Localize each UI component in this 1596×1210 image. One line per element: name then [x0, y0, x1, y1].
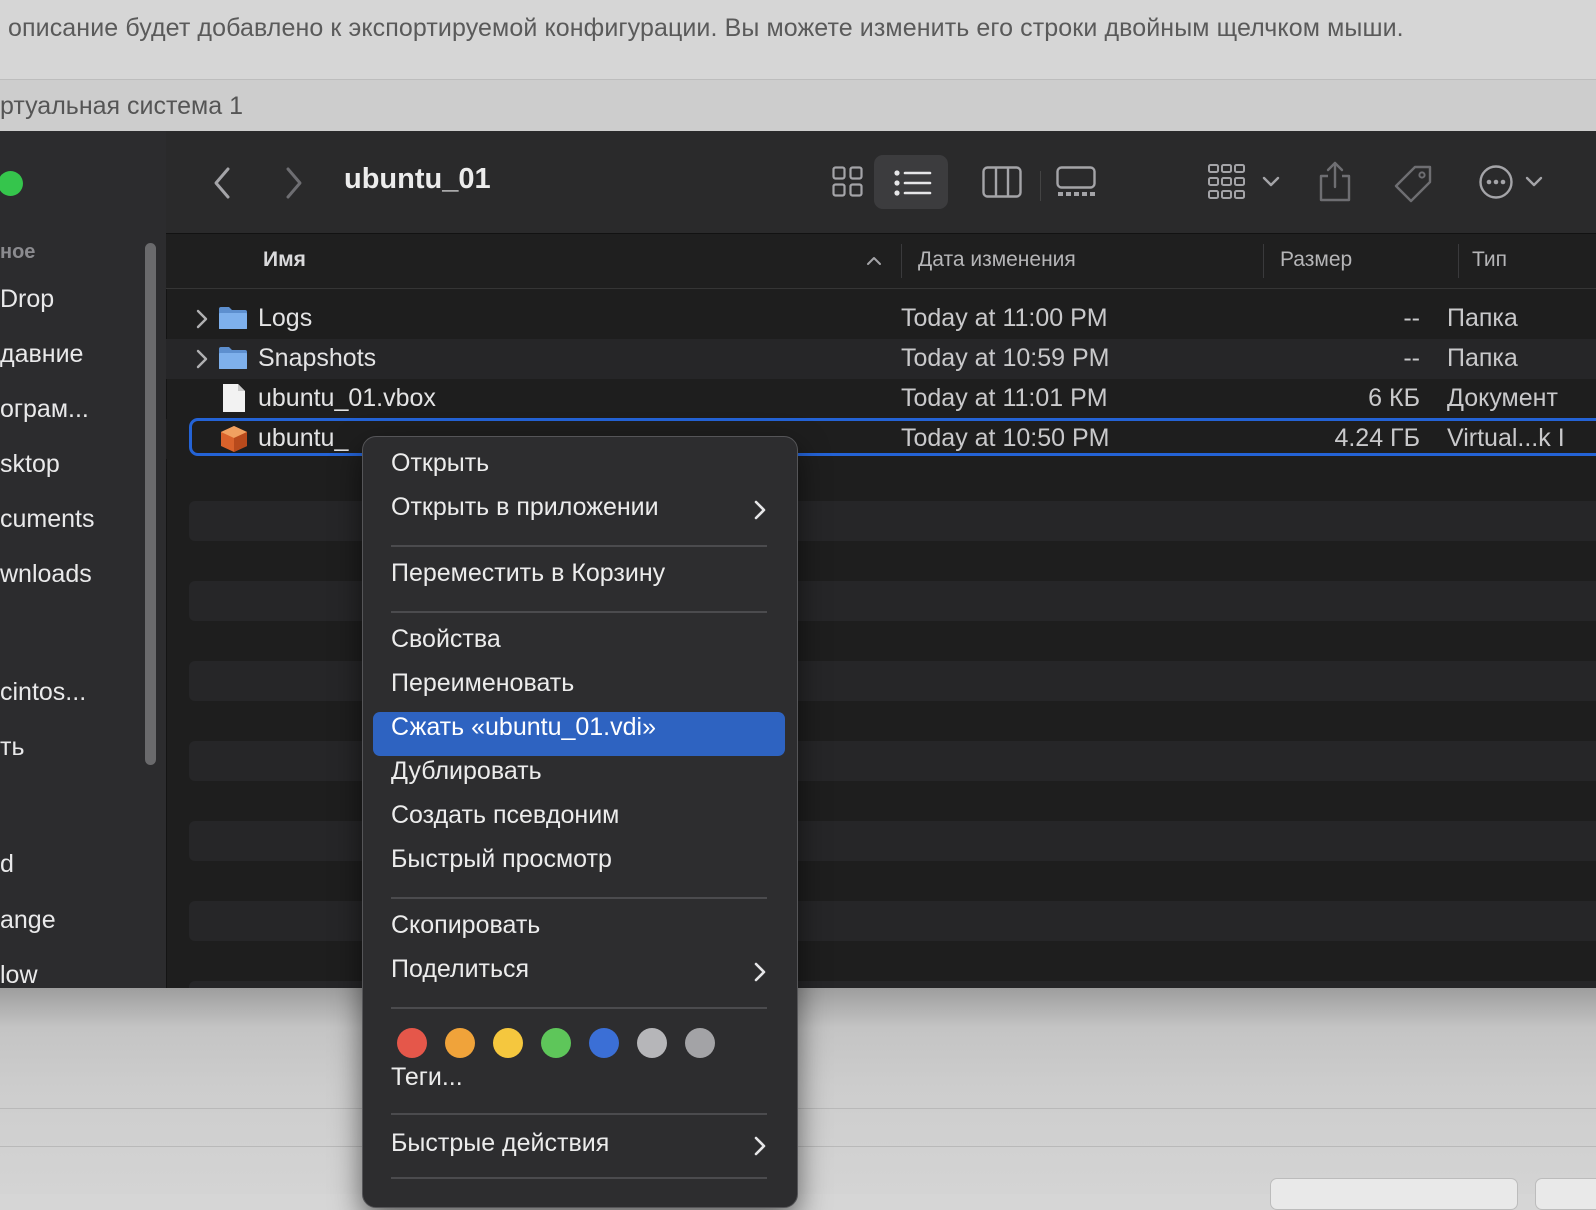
- sidebar-item-desktop[interactable]: sktop: [0, 450, 60, 479]
- file-kind: Документ: [1447, 384, 1558, 412]
- file-date: Today at 10:59 PM: [901, 344, 1110, 372]
- file-kind: Папка: [1447, 344, 1518, 372]
- chevron-right-icon: [754, 500, 766, 520]
- window-title: ubuntu_01: [344, 163, 491, 195]
- sidebar-item-macintosh-hd[interactable]: cintos...: [0, 678, 86, 707]
- disclosure-triangle-icon[interactable]: [196, 309, 208, 329]
- gallery-view-icon[interactable]: [1056, 166, 1096, 198]
- column-header: Имя Дата изменения Размер Тип: [166, 234, 1596, 289]
- more-icon[interactable]: [1478, 164, 1514, 200]
- dialog-button[interactable]: [1270, 1178, 1518, 1210]
- group-icon[interactable]: [1208, 164, 1246, 200]
- list-view-icon[interactable]: [894, 169, 932, 197]
- file-size: --: [1403, 344, 1420, 372]
- file-date: Today at 11:00 PM: [901, 304, 1108, 332]
- menu-item-rename[interactable]: Переименовать: [391, 669, 574, 698]
- tag-color-blue[interactable]: [589, 1028, 619, 1058]
- toolbar-divider: [1040, 171, 1041, 201]
- sidebar-item-network[interactable]: ть: [0, 733, 24, 762]
- sidebar-scrollbar[interactable]: [145, 243, 156, 765]
- disclosure-triangle-icon[interactable]: [196, 349, 208, 369]
- dialog-button[interactable]: [1535, 1178, 1596, 1210]
- menu-item-tags[interactable]: Теги...: [391, 1063, 463, 1092]
- sidebar-item-tag-yellow[interactable]: low: [0, 961, 38, 988]
- file-date: Today at 11:01 PM: [901, 384, 1108, 412]
- menu-separator: [391, 1113, 767, 1115]
- vm-label: ртуальная система 1: [0, 92, 243, 120]
- back-icon[interactable]: [210, 165, 234, 201]
- sidebar-section-header: ное: [0, 241, 36, 263]
- context-menu: Открыть Открыть в приложении Переместить…: [362, 436, 798, 1208]
- chevron-right-icon: [754, 1136, 766, 1156]
- menu-item-copy[interactable]: Скопировать: [391, 911, 540, 940]
- forward-icon[interactable]: [282, 165, 306, 201]
- tag-color-gray[interactable]: [637, 1028, 667, 1058]
- menu-separator: [391, 897, 767, 899]
- menu-item-get-info[interactable]: Свойства: [391, 625, 501, 654]
- sidebar-item-downloads[interactable]: wnloads: [0, 560, 92, 589]
- menu-item-quick-actions[interactable]: Быстрые действия: [391, 1129, 609, 1158]
- divider: [0, 1108, 1596, 1109]
- column-divider[interactable]: [901, 244, 902, 278]
- dialog-footer: [0, 988, 1596, 1194]
- menu-item-duplicate[interactable]: Дублировать: [391, 757, 542, 786]
- sidebar-item-recents[interactable]: давние: [0, 340, 83, 369]
- menu-item-open[interactable]: Открыть: [391, 449, 489, 478]
- column-size[interactable]: Размер: [1280, 248, 1352, 272]
- sidebar-item-tag-orange[interactable]: ange: [0, 906, 56, 935]
- table-row[interactable]: Logs Today at 11:00 PM -- Папка: [166, 299, 1596, 339]
- sidebar-item-airdrop[interactable]: Drop: [0, 285, 54, 314]
- share-icon[interactable]: [1318, 160, 1352, 202]
- sort-ascending-icon: [867, 257, 881, 265]
- finder-window: ное Drop давние ограм... sktop cuments w…: [0, 131, 1596, 988]
- column-kind[interactable]: Тип: [1472, 248, 1507, 272]
- chevron-down-icon[interactable]: [1525, 176, 1543, 188]
- sidebar-item-applications[interactable]: ограм...: [0, 395, 89, 424]
- export-description-text: описание будет добавлено к экспортируемо…: [8, 14, 1404, 42]
- menu-item-quick-look[interactable]: Быстрый просмотр: [391, 845, 612, 874]
- column-date-modified[interactable]: Дата изменения: [918, 248, 1076, 272]
- tag-color-yellow[interactable]: [493, 1028, 523, 1058]
- column-view-icon[interactable]: [982, 166, 1022, 198]
- file-size: --: [1403, 304, 1420, 332]
- menu-separator: [391, 611, 767, 613]
- menu-item-open-with[interactable]: Открыть в приложении: [391, 493, 659, 522]
- column-divider[interactable]: [1263, 244, 1264, 278]
- tag-color-green[interactable]: [541, 1028, 571, 1058]
- sidebar: ное Drop давние ограм... sktop cuments w…: [0, 131, 167, 988]
- menu-separator: [391, 1007, 767, 1009]
- menu-separator: [391, 1177, 767, 1179]
- tag-icon[interactable]: [1393, 164, 1433, 204]
- tag-color-orange[interactable]: [445, 1028, 475, 1058]
- divider: [0, 1146, 1596, 1147]
- menu-separator: [391, 545, 767, 547]
- file-name: Logs: [258, 304, 313, 332]
- folder-icon: [219, 347, 247, 369]
- menu-item-make-alias[interactable]: Создать псевдоним: [391, 801, 619, 830]
- file-name: Snapshots: [258, 344, 377, 372]
- tag-color-red[interactable]: [397, 1028, 427, 1058]
- column-name[interactable]: Имя: [263, 248, 306, 272]
- menu-item-move-to-trash[interactable]: Переместить в Корзину: [391, 559, 665, 588]
- folder-icon: [219, 307, 247, 329]
- table-row[interactable]: ubuntu_01.vbox Today at 11:01 PM 6 КБ До…: [166, 379, 1596, 419]
- menu-item-compress[interactable]: Сжать «ubuntu_01.vdi»: [391, 713, 656, 742]
- table-row[interactable]: Snapshots Today at 10:59 PM -- Папка: [166, 339, 1596, 379]
- column-divider[interactable]: [1458, 244, 1459, 278]
- tag-color-silver[interactable]: [685, 1028, 715, 1058]
- document-icon: [223, 384, 245, 412]
- sidebar-item-tag-red[interactable]: d: [0, 850, 14, 879]
- sidebar-item-documents[interactable]: cuments: [0, 505, 94, 534]
- menu-item-share[interactable]: Поделиться: [391, 955, 529, 984]
- chevron-down-icon[interactable]: [1262, 176, 1280, 188]
- file-kind: Папка: [1447, 304, 1518, 332]
- file-name: ubuntu_01.vbox: [258, 384, 436, 412]
- grid-view-icon[interactable]: [832, 166, 864, 198]
- chevron-right-icon: [754, 962, 766, 982]
- file-size: 6 КБ: [1368, 384, 1420, 412]
- zoom-window-button[interactable]: [0, 171, 23, 196]
